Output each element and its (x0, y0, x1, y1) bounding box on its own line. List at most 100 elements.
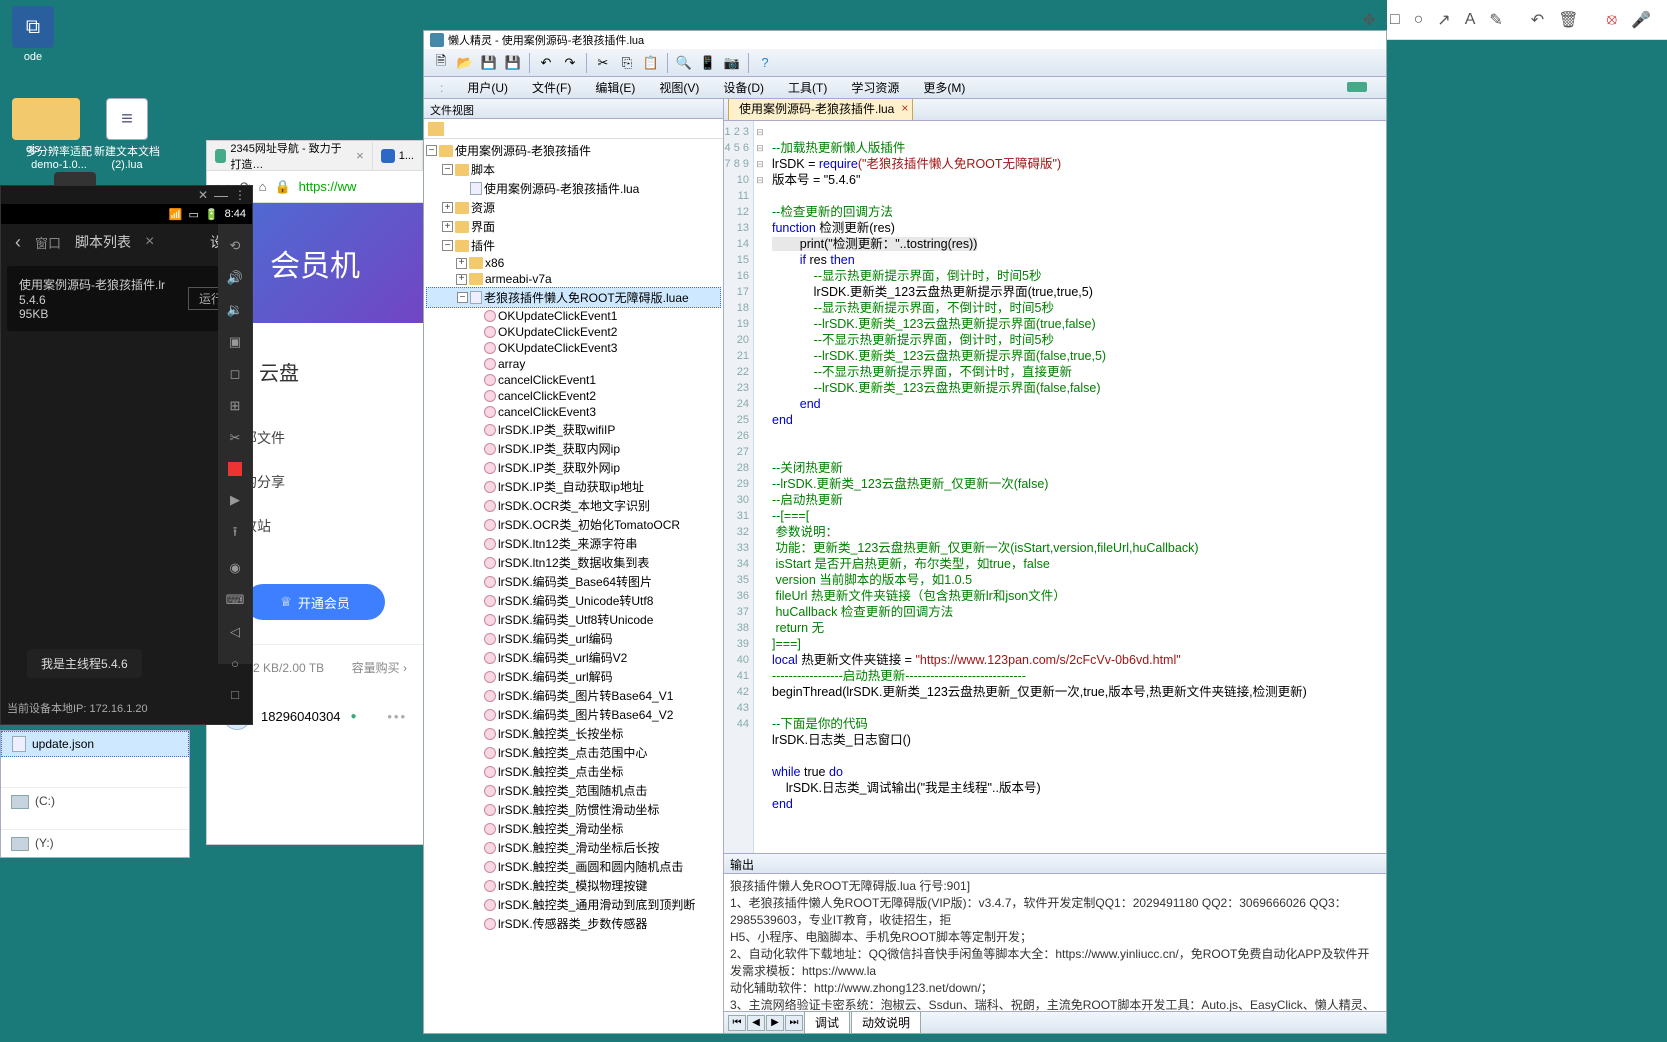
home-icon[interactable]: ⌂ (259, 179, 267, 194)
tree-fn[interactable]: cancelClickEvent1 (426, 372, 721, 388)
copy-icon[interactable]: ⎘ (616, 52, 638, 74)
menu-device[interactable]: 设备(D) (713, 77, 774, 98)
paste-icon[interactable]: 📋 (640, 52, 662, 74)
square-icon[interactable]: □ (1390, 9, 1400, 31)
nav-prev-icon[interactable]: ◀ (747, 1015, 765, 1031)
tree-fn[interactable]: lrSDK.触控类_滑动坐标后长按 (426, 838, 721, 857)
tree-fn[interactable]: lrSDK.编码类_图片转Base64_V1 (426, 686, 721, 705)
tree-fn[interactable]: lrSDK.触控类_范围随机点击 (426, 781, 721, 800)
drive-y[interactable]: (Y:) (1, 829, 189, 857)
tree-fn[interactable]: lrSDK.触控类_滑动坐标 (426, 819, 721, 838)
minimize-icon[interactable]: — (214, 187, 228, 203)
desktop-icon-file[interactable]: ≡新建文本文档 (2).lua (94, 98, 160, 171)
cam-off-icon[interactable]: ⦻ (1607, 9, 1618, 31)
menu-icon[interactable]: ⋮ (234, 188, 246, 202)
tab-close-icon[interactable]: × (901, 101, 908, 115)
code-text[interactable]: --加载热更新懒人版插件 lrSDK = require("老狼孩插件懒人免RO… (766, 121, 1386, 853)
upload-icon[interactable]: ⭱ (225, 524, 245, 544)
location-icon[interactable]: ◉ (225, 560, 245, 576)
redo-icon[interactable]: ↷ (559, 52, 581, 74)
folder-icon[interactable] (428, 122, 444, 136)
menu-file[interactable]: 文件(F) (522, 77, 581, 98)
browser-tab-baidu[interactable]: 1... (373, 142, 423, 170)
file-tree[interactable]: −使用案例源码-老狼孩插件 −脚本 使用案例源码-老狼孩插件.lua +资源 +… (424, 139, 723, 1033)
pen-icon[interactable]: ✎ (1489, 9, 1502, 31)
undo-icon[interactable]: ↶ (535, 52, 557, 74)
back-icon[interactable]: ‹ (15, 232, 21, 253)
open-icon[interactable]: 📂 (454, 52, 476, 74)
tree-group-ui[interactable]: +界面 (426, 217, 721, 236)
tree-fn[interactable]: lrSDK.编码类_url编码 (426, 629, 721, 648)
tree-fn[interactable]: cancelClickEvent3 (426, 404, 721, 420)
browser-tab-2345[interactable]: 2345网址导航 - 致力于打造…× (207, 142, 373, 170)
tree-fn[interactable]: OKUpdateClickEvent2 (426, 324, 721, 340)
keyboard-icon[interactable]: ⌨ (225, 592, 245, 608)
home-icon[interactable]: ○ (225, 656, 245, 671)
rec-button[interactable] (225, 462, 245, 476)
tree-fn[interactable]: lrSDK.触控类_长按坐标 (426, 724, 721, 743)
crop-icon[interactable]: ▣ (225, 334, 245, 350)
menu-user[interactable]: 用户(U) (457, 77, 518, 98)
tree-fn[interactable]: lrSDK.ltn12类_数据收集到表 (426, 553, 721, 572)
tree-fn[interactable]: lrSDK.IP类_获取外网ip (426, 458, 721, 477)
tree-file-main[interactable]: 使用案例源码-老狼孩插件.lua (426, 179, 721, 198)
editor-tab[interactable]: 使用案例源码-老狼孩插件.lua× (728, 99, 913, 120)
nav-trash[interactable]: 回收站 (227, 504, 403, 548)
tree-plugin-main[interactable]: −老狼孩插件懒人免ROOT无障碍版.luae (426, 287, 721, 308)
menu-more[interactable]: 更多(M) (913, 77, 975, 98)
new-icon[interactable]: 🗎 (430, 52, 452, 74)
back-icon[interactable]: ◁ (225, 624, 245, 640)
tree-fn[interactable]: lrSDK.传感器类_步数传感器 (426, 914, 721, 933)
tree-fn[interactable]: lrSDK.触控类_模拟物理按键 (426, 876, 721, 895)
cut-icon[interactable]: ✂ (592, 52, 614, 74)
arrow-icon[interactable]: ↗ (1437, 9, 1450, 31)
tree-fn[interactable]: array (426, 356, 721, 372)
nav-first-icon[interactable]: ⏮ (728, 1015, 746, 1031)
editor[interactable]: 1 2 3 4 5 6 7 8 9 10 11 12 13 14 15 16 1… (724, 121, 1386, 853)
find-icon[interactable]: 🔍 (673, 52, 695, 74)
recent-icon[interactable]: □ (225, 687, 245, 702)
script-item[interactable]: 使用案例源码-老狼孩插件.lr 5.4.6 95KB 运行 (7, 266, 246, 331)
tree-fn[interactable]: lrSDK.触控类_通用滑动到底到顶判断 (426, 895, 721, 914)
menu-tools[interactable]: 工具(T) (778, 77, 837, 98)
nav-next-icon[interactable]: ▶ (766, 1015, 784, 1031)
pointer-icon[interactable]: ✥ (1363, 9, 1376, 31)
desktop-icon-folder2[interactable]: 多分辨率适配demo-1.0... (26, 98, 92, 171)
circle-icon[interactable]: ○ (1414, 9, 1424, 31)
save-all-icon[interactable]: 💾 (502, 52, 524, 74)
help-icon[interactable]: ? (754, 52, 776, 74)
tree-group-script[interactable]: −脚本 (426, 160, 721, 179)
tree-fn[interactable]: lrSDK.编码类_图片转Base64_V2 (426, 705, 721, 724)
screenshot-icon[interactable]: ◻ (225, 366, 245, 382)
nav-last-icon[interactable]: ⏭ (785, 1015, 803, 1031)
tree-fn[interactable]: lrSDK.OCR类_本地文字识别 (426, 496, 721, 515)
menu-edit[interactable]: 编辑(E) (585, 77, 645, 98)
tree-group-res[interactable]: +资源 (426, 198, 721, 217)
tree-x86[interactable]: +x86 (426, 255, 721, 271)
mic-off-icon[interactable]: 🎤 (1631, 9, 1651, 31)
vol-down-icon[interactable]: 🔉 (225, 302, 245, 318)
tree-fn[interactable]: lrSDK.OCR类_初始化TomatoOCR (426, 515, 721, 534)
storage-buy[interactable]: 容量购买 › (352, 659, 407, 676)
tree-fn[interactable]: lrSDK.触控类_画圆和圆内随机点击 (426, 857, 721, 876)
undo-icon[interactable]: ↶ (1531, 9, 1544, 31)
tree-fn[interactable]: lrSDK.编码类_Unicode转Utf8 (426, 591, 721, 610)
close-icon[interactable]: ✕ (198, 188, 208, 202)
camera-icon[interactable]: 📷 (721, 52, 743, 74)
scissors-icon[interactable]: ✂ (225, 430, 245, 446)
tree-fn[interactable]: OKUpdateClickEvent1 (426, 308, 721, 324)
tree-fn[interactable]: lrSDK.编码类_Utf8转Unicode (426, 610, 721, 629)
tree-fn[interactable]: lrSDK.ltn12类_来源字符串 (426, 534, 721, 553)
tree-fn[interactable]: lrSDK.编码类_url解码 (426, 667, 721, 686)
desktop-icon[interactable]: ⧉ ode (0, 6, 66, 63)
vol-up-icon[interactable]: 🔊 (225, 270, 245, 286)
tree-fn[interactable]: lrSDK.编码类_url编码V2 (426, 648, 721, 667)
tree-fn[interactable]: lrSDK.IP类_获取wifiIP (426, 420, 721, 439)
device-icon[interactable]: 📱 (697, 52, 719, 74)
rotate-icon[interactable]: ⟲ (225, 238, 245, 254)
tree-fn[interactable]: lrSDK.IP类_自动获取ip地址 (426, 477, 721, 496)
output-tab-debug[interactable]: 调试 (804, 1011, 850, 1033)
tree-fn[interactable]: OKUpdateClickEvent3 (426, 340, 721, 356)
tree-fn[interactable]: lrSDK.触控类_点击坐标 (426, 762, 721, 781)
play-icon[interactable]: ▶ (225, 492, 245, 508)
